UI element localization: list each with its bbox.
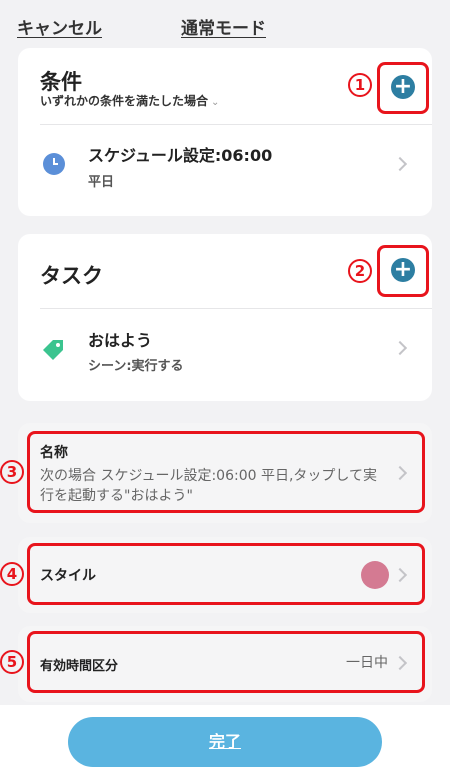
chevron-right-icon xyxy=(392,655,408,671)
task-item-title: おはよう xyxy=(88,331,153,350)
chevron-right-icon xyxy=(392,156,408,172)
annotation-marker-1: 1 xyxy=(348,73,372,97)
conditions-mode-selector[interactable]: いずれかの条件を満たした場合 ⌄ xyxy=(40,92,219,109)
cancel-button[interactable]: キャンセル xyxy=(17,14,102,39)
name-label: 名称 xyxy=(40,445,68,461)
conditions-mode-label: いずれかの条件を満たした場合 xyxy=(40,94,209,108)
condition-item-title: スケジュール設定:06:00 xyxy=(88,146,273,165)
condition-item[interactable]: スケジュール設定:06:00 平日 xyxy=(18,125,432,215)
conditions-card: 条件 いずれかの条件を満たした場合 ⌄ スケジュール設定:06:00 平日 xyxy=(18,48,432,216)
task-item-subtitle: シーン:実行する xyxy=(88,359,184,374)
top-bar: キャンセル 通常モード xyxy=(0,0,450,44)
done-button[interactable]: 完了 xyxy=(68,717,382,767)
task-item[interactable]: おはよう シーン:実行する xyxy=(18,309,432,401)
style-color-swatch xyxy=(361,561,389,589)
style-setting-row[interactable]: スタイル xyxy=(30,546,422,602)
page-title: 通常モード xyxy=(181,19,266,39)
annotation-marker-3: 3 xyxy=(0,460,24,484)
time-value: 一日中 xyxy=(346,655,388,671)
clock-icon xyxy=(43,153,65,175)
time-label: 有効時間区分 xyxy=(40,659,119,674)
annotation-marker-5: 5 xyxy=(0,650,24,674)
chevron-right-icon xyxy=(392,465,408,481)
chevron-right-icon xyxy=(392,567,408,583)
condition-item-subtitle: 平日 xyxy=(88,175,115,190)
annotation-marker-2: 2 xyxy=(348,259,372,283)
style-label: スタイル xyxy=(40,568,96,584)
time-setting-row[interactable]: 有効時間区分 一日中 xyxy=(30,634,422,690)
name-value: 次の場合 スケジュール設定:06:00 平日,タップして実行を起動する"おはよう… xyxy=(40,468,378,504)
tag-icon xyxy=(43,340,63,360)
tasks-title: タスク xyxy=(40,264,103,288)
add-task-button[interactable]: + xyxy=(391,258,415,282)
name-setting-row[interactable]: 名称 次の場合 スケジュール設定:06:00 平日,タップして実行を起動する"お… xyxy=(30,434,422,510)
add-condition-button[interactable]: + xyxy=(391,75,415,99)
chevron-down-icon: ⌄ xyxy=(211,97,220,108)
annotation-marker-4: 4 xyxy=(0,562,24,586)
tasks-card: タスク おはよう シーン:実行する xyxy=(18,234,432,401)
chevron-right-icon xyxy=(392,340,408,356)
